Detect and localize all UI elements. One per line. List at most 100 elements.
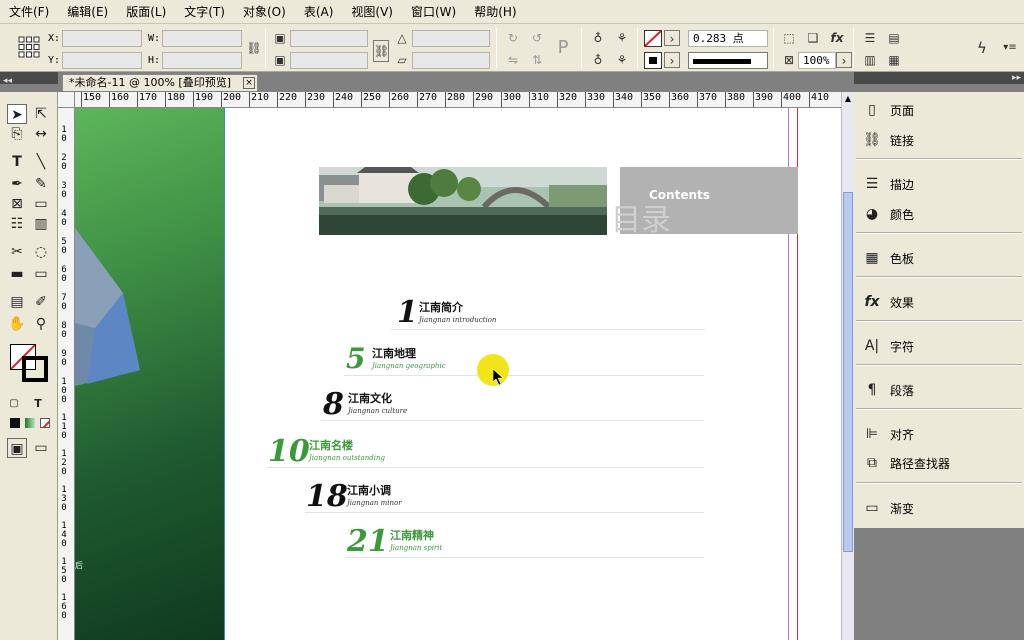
constrain-scale-icon[interactable]: ⛓ [373, 40, 389, 62]
line-tool-icon[interactable]: ╲ [31, 152, 51, 172]
menu-object[interactable]: 对象(O) [234, 0, 295, 24]
panel-links[interactable]: ⛓ 链接 [854, 126, 1024, 154]
fill-stroke-swatch[interactable] [10, 344, 50, 384]
pencil-tool-icon[interactable]: ✎ [31, 174, 51, 194]
gradient-swatch-icon[interactable]: ▬ [7, 264, 27, 284]
opacity-field[interactable]: 100% [798, 52, 836, 69]
stroke-weight-field[interactable]: 0.283 点 [688, 30, 768, 47]
panel-pages[interactable]: ▯ 页面 [854, 96, 1024, 124]
fill-arrow-icon[interactable]: › [664, 30, 680, 46]
panel-stroke[interactable]: ☰ 描边 [854, 170, 1024, 198]
menu-type[interactable]: 文字(T) [175, 0, 234, 24]
toc-entry[interactable]: 21 江南精神 Jiangnan spirit [346, 524, 704, 559]
fx-icon[interactable]: fx [829, 30, 845, 46]
apply-text-icon[interactable]: T [28, 394, 48, 414]
rotate-field[interactable] [412, 30, 490, 47]
horizontal-ruler[interactable]: 150 160 170 180 190 200 210 220 230 240 … [75, 92, 841, 108]
fill-swatch[interactable] [644, 30, 662, 47]
select-prev-icon[interactable]: ♁ [590, 52, 606, 68]
toc-entry[interactable]: 8 江南文化 Jiangnan culture [321, 387, 704, 422]
panel-paragraph[interactable]: ¶ 段落 [854, 376, 1024, 404]
close-icon[interactable]: × [243, 77, 255, 89]
hand-tool-icon[interactable]: ✋ [7, 314, 27, 334]
apply-container-icon[interactable]: ▢ [4, 394, 24, 414]
note-tool-icon[interactable]: ▤ [7, 292, 27, 312]
scale-y-field[interactable] [290, 52, 368, 69]
flip-v-icon[interactable]: ⇅ [529, 52, 545, 68]
toc-entry[interactable]: 1 江南简介 Jiangnan introduction [391, 296, 705, 330]
pen-tool-icon[interactable]: ✒ [7, 174, 27, 194]
stroke-arrow-icon[interactable]: › [664, 52, 680, 68]
text-wrap-box-icon[interactable]: ▤ [886, 30, 902, 46]
scroll-up-icon[interactable]: ▲ [843, 94, 853, 104]
document-tab[interactable]: *未命名-11 @ 100% [叠印预览] × [62, 74, 258, 91]
width-field[interactable] [162, 30, 242, 47]
horizontal-grid-icon[interactable]: ☷ [7, 214, 27, 234]
free-transform-icon[interactable]: ◌ [31, 242, 51, 262]
menu-table[interactable]: 表(A) [295, 0, 343, 24]
toc-entry[interactable]: 5 江南地理 Jiangnan geographic [344, 342, 704, 376]
apply-none-icon[interactable] [40, 418, 50, 428]
scale-x-field[interactable] [290, 30, 368, 47]
vertical-scrollbar[interactable]: ▲ [841, 92, 854, 640]
scroll-thumb[interactable] [843, 192, 853, 552]
shadow-icon[interactable]: ❑ [805, 30, 821, 46]
vertical-grid-icon[interactable]: ▥ [31, 214, 51, 234]
toc-entry[interactable]: 18 江南小调 Jiangnan minor [305, 479, 704, 514]
menu-view[interactable]: 视图(V) [342, 0, 402, 24]
zoom-tool-icon[interactable]: ⚲ [31, 314, 51, 334]
scissors-tool-icon[interactable]: ✂ [7, 242, 27, 262]
ruler-origin[interactable] [58, 92, 75, 108]
lightning-icon[interactable]: ϟ [974, 40, 990, 56]
select-content-icon[interactable]: ⚘ [614, 30, 630, 46]
constrain-proportions-icon[interactable]: ⛓ [246, 40, 262, 56]
menu-window[interactable]: 窗口(W) [402, 0, 465, 24]
selection-tool-icon[interactable]: ➤ [7, 104, 27, 124]
text-wrap-none-icon[interactable]: ☰ [862, 30, 878, 46]
menu-help[interactable]: 帮助(H) [465, 0, 525, 24]
document-canvas[interactable]: 后 Contents 目录 1 江南简介 Jiangnan introducti… [75, 108, 841, 640]
stroke-swatch[interactable] [644, 52, 662, 69]
menu-file[interactable]: 文件(F) [0, 0, 58, 24]
select-container-icon[interactable]: ♁ [590, 30, 606, 46]
vertical-ruler[interactable]: 1 0 2 0 3 0 4 0 5 0 6 0 7 0 8 0 9 0 1 0 … [58, 108, 75, 640]
menu-layout[interactable]: 版面(L) [117, 0, 175, 24]
panel-align[interactable]: ⊫ 对齐 [854, 420, 1024, 448]
toolbox-collapse-strip[interactable]: ◂◂ [0, 72, 58, 86]
panel-color[interactable]: ◕ 颜色 [854, 200, 1024, 228]
rotate-cw-icon[interactable]: ↻ [505, 30, 521, 46]
panel-gradient[interactable]: ▭ 渐变 [854, 494, 1024, 522]
panel-character[interactable]: A| 字符 [854, 332, 1024, 360]
gap-tool-icon[interactable]: ↔ [31, 124, 51, 144]
fitting-icon[interactable]: ⬚ [781, 30, 797, 46]
y-field[interactable] [62, 52, 142, 69]
type-tool-icon[interactable]: T [7, 152, 27, 172]
stroke-type-select[interactable] [688, 52, 768, 69]
rotate-ccw-icon[interactable]: ↺ [529, 30, 545, 46]
text-wrap-jump-icon[interactable]: ▦ [886, 52, 902, 68]
apply-color-icon[interactable] [10, 418, 20, 428]
page-tool-icon[interactable]: ⎘ [7, 124, 27, 144]
reference-point-icon[interactable] [18, 36, 40, 58]
select-next-icon[interactable]: ⚘ [614, 52, 630, 68]
panel-effects[interactable]: fx 效果 [854, 288, 1024, 316]
x-field[interactable] [62, 30, 142, 47]
menu-edit[interactable]: 编辑(E) [58, 0, 117, 24]
toc-entry[interactable]: 10 江南名楼 Jiangnan outstanding [267, 434, 704, 469]
apply-gradient-icon[interactable] [25, 418, 35, 428]
eyedropper-icon[interactable]: ✐ [31, 292, 51, 312]
flip-h-icon[interactable]: ⇋ [505, 52, 521, 68]
rect-tool-icon[interactable]: ▭ [31, 194, 51, 214]
preview-view-icon[interactable]: ▭ [31, 438, 51, 458]
panel-menu-icon[interactable]: ▾≡ [1002, 40, 1018, 56]
normal-view-icon[interactable]: ▣ [7, 438, 27, 458]
shear-field[interactable] [412, 52, 490, 69]
text-wrap-shape-icon[interactable]: ▥ [862, 52, 878, 68]
panel-swatches[interactable]: ▦ 色板 [854, 244, 1024, 272]
panel-pathfinder[interactable]: ⧉ 路径查找器 [854, 449, 1024, 477]
rect-frame-icon[interactable]: ⊠ [7, 194, 27, 214]
panel-collapse-strip[interactable]: ▸▸ [854, 72, 1024, 84]
direct-selection-icon[interactable]: ⇱ [31, 104, 51, 124]
height-field[interactable] [162, 52, 242, 69]
gradient-feather-icon[interactable]: ▭ [31, 264, 51, 284]
